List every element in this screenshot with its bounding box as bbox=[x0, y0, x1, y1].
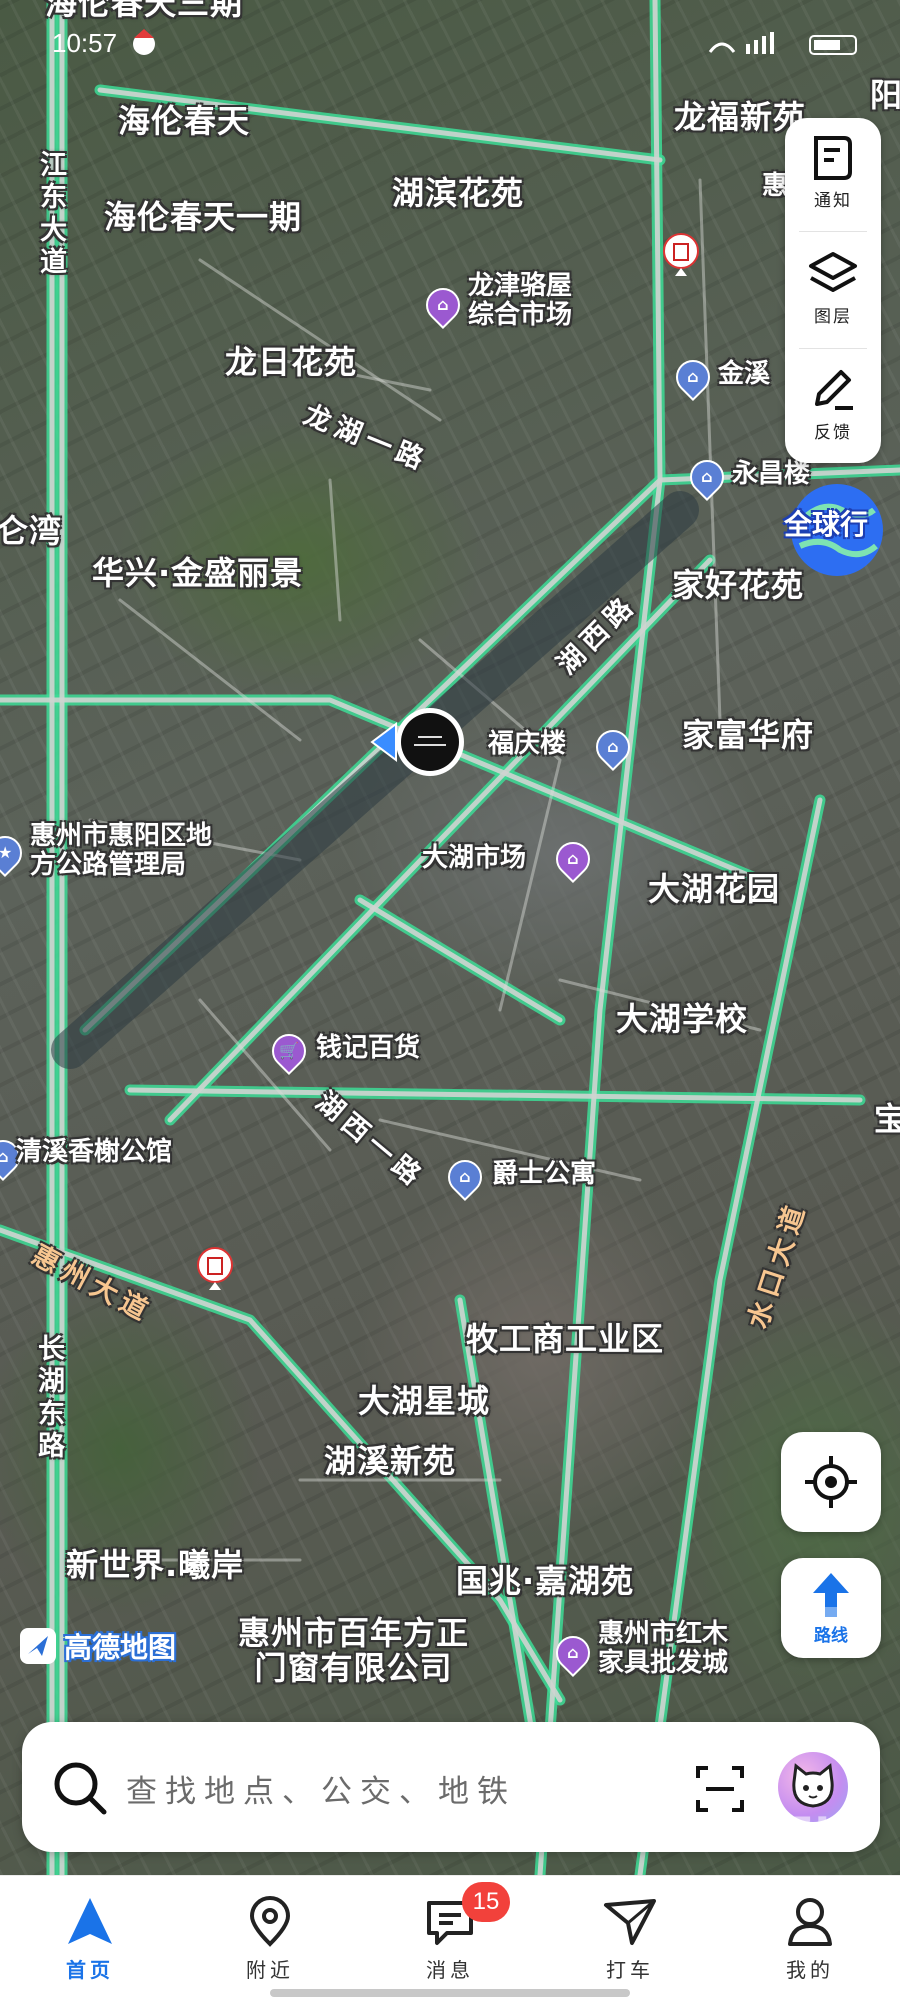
tab-label: 我的 bbox=[786, 1958, 834, 1982]
area-label: 大湖花园 bbox=[648, 870, 781, 908]
area-label: 海伦春天 bbox=[118, 102, 251, 140]
home-indicator bbox=[270, 1989, 630, 1997]
area-label: 湖溪新苑 bbox=[324, 1442, 457, 1480]
feedback-button[interactable]: 反馈 bbox=[785, 350, 881, 460]
global-travel-badge[interactable]: 全球行 bbox=[782, 480, 892, 580]
feedback-label: 反馈 bbox=[814, 423, 852, 443]
tab-mine[interactable]: 我的 bbox=[720, 1876, 900, 2000]
amap-logo: 高德地图 bbox=[18, 1626, 176, 1666]
pen-icon bbox=[815, 370, 853, 410]
notice-button[interactable]: 通知 bbox=[785, 118, 881, 228]
route-label: 路线 bbox=[814, 1625, 848, 1646]
tab-label: 附近 bbox=[246, 1958, 294, 1982]
tab-taxi[interactable]: 打车 bbox=[540, 1876, 720, 2000]
poi-label[interactable]: 金溪 bbox=[718, 360, 770, 389]
search-icon bbox=[54, 1762, 107, 1815]
road-label-changhu: 长 湖 东 路 bbox=[38, 1334, 65, 1463]
area-label: 仑湾 bbox=[0, 512, 63, 550]
locate-me-button[interactable] bbox=[781, 1432, 881, 1532]
user-icon bbox=[788, 1898, 832, 1946]
status-time: 10:57 bbox=[52, 28, 118, 58]
route-arrow-icon bbox=[813, 1572, 849, 1617]
taxi-icon bbox=[604, 1899, 656, 1945]
amap-logo-text: 高德地图 bbox=[64, 1631, 177, 1664]
divider bbox=[799, 348, 867, 349]
gas-station-icon[interactable] bbox=[196, 1246, 234, 1292]
global-travel-label: 全球行 bbox=[784, 508, 869, 541]
notice-label: 通知 bbox=[814, 191, 852, 211]
tab-nearby[interactable]: 附近 bbox=[180, 1876, 360, 2000]
gas-station-icon[interactable] bbox=[662, 232, 700, 278]
poi-label[interactable]: 清溪香榭公馆 bbox=[16, 1138, 172, 1167]
bottom-tab-bar: 首页 附近 消息 15 打车 我的 bbox=[0, 1875, 900, 2000]
unread-badge: 15 bbox=[462, 1882, 510, 1922]
area-label: 华兴·金盛丽景 bbox=[92, 554, 304, 592]
area-label: 宝 bbox=[874, 1100, 900, 1138]
poi-label[interactable]: 福庆楼 bbox=[488, 730, 566, 759]
map-canvas[interactable]: 海伦春天三期 海伦春天 海伦春天一期 湖滨花苑 龙福新苑 龙日花苑 华兴·金盛丽… bbox=[0, 0, 900, 1875]
layers-button[interactable]: 图层 bbox=[785, 234, 881, 344]
area-label: 新世界.曦岸 bbox=[66, 1546, 245, 1584]
tab-home[interactable]: 首页 bbox=[0, 1876, 180, 2000]
tab-label: 消息 bbox=[426, 1958, 474, 1982]
route-button[interactable]: 路线 bbox=[781, 1558, 881, 1658]
location-heading-icon bbox=[370, 708, 464, 776]
divider bbox=[799, 231, 867, 232]
navigation-arrow-icon bbox=[68, 1898, 112, 1944]
area-label: 牧工商工业区 bbox=[466, 1320, 665, 1358]
poi-label[interactable]: 龙津骆屋 综合市场 bbox=[468, 272, 572, 329]
poi-label[interactable]: 钱记百货 bbox=[316, 1034, 420, 1063]
layers-label: 图层 bbox=[814, 307, 852, 327]
status-icons bbox=[708, 32, 857, 55]
poi-label[interactable]: 大湖市场 bbox=[422, 844, 526, 873]
tab-label: 打车 bbox=[606, 1958, 654, 1982]
area-label: 大湖学校 bbox=[616, 1000, 749, 1038]
area-label: 湖滨花苑 bbox=[392, 174, 525, 212]
tab-label: 首页 bbox=[66, 1958, 114, 1982]
poi-label[interactable]: 爵士公寓 bbox=[492, 1160, 596, 1189]
tab-messages[interactable]: 消息 15 bbox=[360, 1876, 540, 2000]
poi-label[interactable]: 惠州市红木 家具批发城 bbox=[598, 1620, 728, 1677]
area-label: 龙日花苑 bbox=[225, 343, 358, 381]
road-label-jiangdong: 江 东 大 道 bbox=[40, 150, 67, 279]
road-network bbox=[0, 0, 900, 1875]
location-pin-icon bbox=[249, 1896, 291, 1947]
area-label: 国兆·嘉湖苑 bbox=[456, 1562, 635, 1600]
layers-icon bbox=[809, 252, 857, 292]
notice-icon bbox=[814, 136, 852, 180]
map-tool-panel: 通知 图层 反馈 bbox=[785, 118, 881, 463]
watermark: XIZI bbox=[730, 1808, 833, 1857]
area-label: 海伦春天一期 bbox=[104, 198, 303, 236]
poi-label[interactable]: 惠州市惠阳区地 方公路管理局 bbox=[30, 822, 212, 879]
area-label: 大湖星城 bbox=[358, 1382, 491, 1420]
current-location-marker[interactable] bbox=[370, 704, 468, 780]
area-label: 惠州市百年方正 门窗有限公司 bbox=[238, 1614, 470, 1688]
scan-icon[interactable] bbox=[694, 1764, 746, 1814]
app-notification-icon bbox=[133, 29, 155, 55]
amap-logo-icon bbox=[20, 1628, 56, 1664]
status-bar: 10:57 bbox=[0, 0, 900, 90]
crosshair-icon bbox=[805, 1456, 857, 1508]
search-placeholder[interactable]: 查找地点、公交、地铁 bbox=[126, 1766, 516, 1811]
area-label: 家富华府 bbox=[682, 716, 815, 754]
